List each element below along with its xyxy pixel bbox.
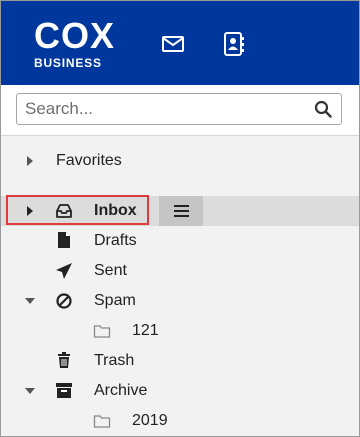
folder-menu-button[interactable]	[159, 196, 203, 226]
folder-icon	[93, 415, 111, 428]
folder-archive-2019[interactable]: 2019	[1, 406, 359, 436]
folder-icon	[93, 325, 111, 338]
folder-sent[interactable]: Sent	[1, 256, 359, 286]
folder-label: Sent	[94, 262, 127, 279]
archive-icon	[56, 383, 72, 398]
caret-right-icon[interactable]	[25, 156, 35, 166]
logo-sub: BUSINESS	[34, 56, 102, 70]
search-area	[1, 85, 359, 136]
drafts-icon	[58, 232, 70, 248]
mail-sidebar: COX BUSINESS Favorites	[0, 0, 360, 437]
folder-label: Trash	[94, 352, 135, 369]
folder-label: Drafts	[94, 232, 137, 249]
folder-label: Spam	[94, 292, 136, 309]
folder-spam-121[interactable]: 121	[1, 316, 359, 346]
spam-icon	[56, 293, 72, 309]
cox-business-logo[interactable]: COX BUSINESS	[34, 15, 116, 71]
contacts-icon[interactable]	[220, 31, 246, 57]
trash-icon	[58, 352, 70, 368]
folder-drafts[interactable]: Drafts	[1, 226, 359, 256]
search-box	[16, 93, 342, 125]
hamburger-line	[174, 210, 189, 212]
search-input[interactable]	[25, 94, 305, 124]
folder-label: Archive	[94, 382, 148, 399]
folder-favorites[interactable]: Favorites	[1, 146, 359, 176]
folder-trash[interactable]: Trash	[1, 346, 359, 376]
caret-down-icon[interactable]	[25, 386, 35, 396]
sent-icon	[56, 263, 72, 279]
hamburger-line	[174, 205, 189, 207]
folder-spam[interactable]: Spam	[1, 286, 359, 316]
folder-label: 121	[132, 322, 159, 339]
folder-label: 2019	[132, 412, 168, 429]
folder-archive[interactable]: Archive	[1, 376, 359, 406]
mail-icon[interactable]	[160, 31, 186, 57]
folder-tree: Favorites Inbox Drafts Sent Spam 121 Tra…	[1, 136, 359, 436]
caret-down-icon[interactable]	[25, 296, 35, 306]
folder-label: Favorites	[56, 152, 122, 169]
hamburger-line	[174, 215, 189, 217]
selection-highlight	[6, 195, 149, 225]
search-icon[interactable]	[314, 100, 332, 118]
folder-inbox[interactable]: Inbox	[1, 195, 359, 226]
logo-main: COX	[34, 15, 116, 56]
app-header: COX BUSINESS	[1, 1, 359, 85]
